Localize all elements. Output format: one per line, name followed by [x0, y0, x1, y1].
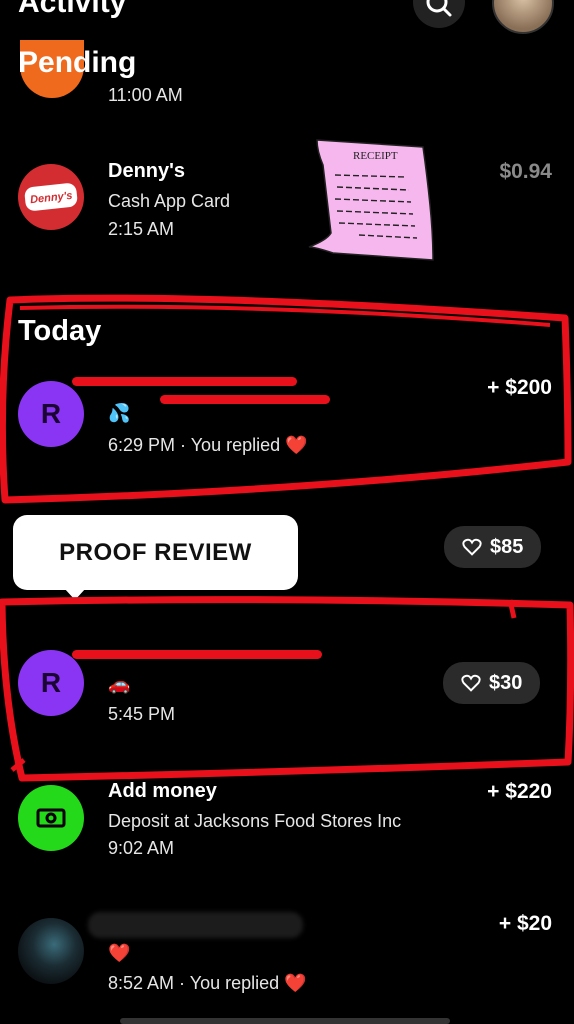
row5-name-redaction: [88, 912, 303, 938]
pending-row0-time: 11:00 AM: [108, 85, 183, 105]
dennys-time: 2:15 AM: [108, 219, 175, 239]
row5-avatar: [18, 918, 84, 984]
row1-name-redaction: [72, 377, 297, 386]
like-pill-85-label: $85: [490, 535, 524, 558]
add-money-time: 9:02 AM: [108, 838, 175, 858]
page-title: Activity: [18, 0, 127, 19]
dennys-name: Denny's: [108, 160, 186, 182]
heart-icon: [462, 538, 482, 556]
add-money-amount: + $220: [487, 780, 552, 803]
search-button[interactable]: [413, 0, 465, 28]
dennys-row[interactable]: [0, 150, 574, 250]
dennys-logo-text: Denny's: [29, 189, 73, 207]
pending-title: Pending: [18, 46, 137, 79]
dennys-subtitle: Cash App Card: [108, 191, 231, 211]
tooltip-pointer: [64, 588, 86, 600]
add-money-avatar: [18, 785, 84, 851]
row3-time: 5:45 PM: [108, 704, 176, 724]
bottom-nav-handle: [120, 1018, 450, 1024]
heart-icon: [461, 674, 481, 692]
like-pill-30[interactable]: $30: [443, 662, 541, 704]
row1-name-redaction-2: [160, 395, 330, 404]
row3-name-redaction: [72, 650, 322, 659]
row5-note: ❤️: [108, 943, 131, 963]
add-money-subtitle: Deposit at Jacksons Food Stores Inc: [108, 811, 402, 831]
row3-avatar: R: [18, 650, 84, 716]
today-title: Today: [18, 315, 102, 347]
receipt-sticker: RECEIPT: [308, 139, 434, 261]
row1-avatar: R: [18, 381, 84, 447]
row5-time: 8:52 AM · You replied ❤️: [108, 973, 307, 993]
dennys-logo: Denny's: [18, 164, 84, 230]
search-icon: [426, 0, 452, 17]
add-money-name: Add money: [108, 780, 217, 802]
row3-note: 🚗: [108, 674, 131, 694]
row1-time: 6:29 PM · You replied ❤️: [108, 435, 308, 455]
proof-review-tooltip: PROOF REVIEW: [13, 515, 298, 590]
dennys-amount: $0.94: [499, 160, 552, 183]
cash-icon: [36, 808, 66, 828]
like-pill-30-label: $30: [489, 671, 523, 694]
profile-avatar[interactable]: [492, 0, 554, 34]
like-pill-85[interactable]: $85: [444, 526, 542, 568]
receipt-label: RECEIPT: [353, 150, 398, 162]
row1-note: 💦: [108, 403, 131, 423]
row5-amount: + $20: [498, 912, 552, 935]
row1-amount: + $200: [487, 376, 552, 399]
